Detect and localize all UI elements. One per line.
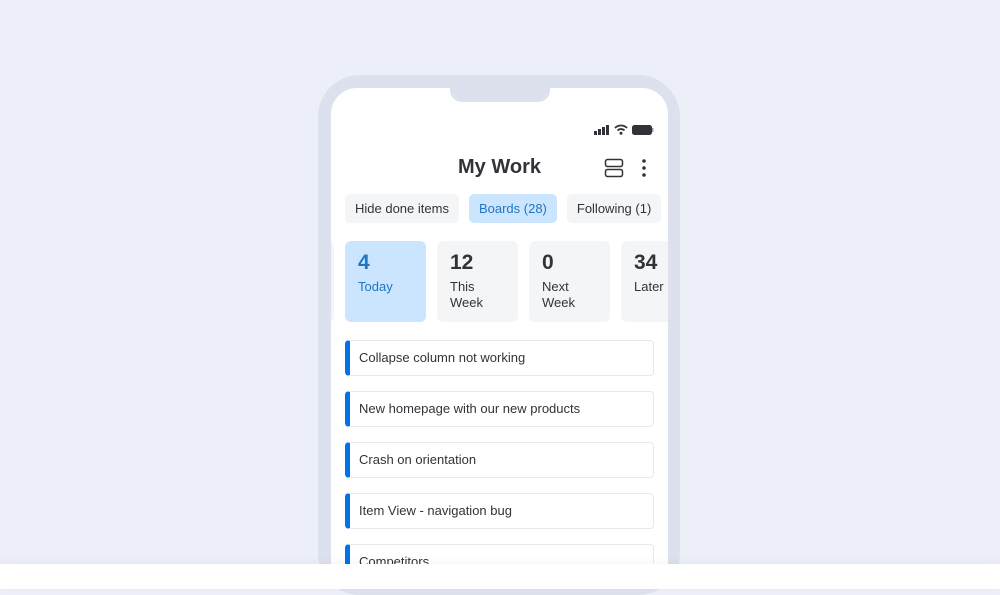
status-bar xyxy=(594,124,654,135)
filter-chips: Hide done items Boards (28) Following (1… xyxy=(345,194,662,223)
notch xyxy=(450,88,550,102)
card-today[interactable]: 4 Today xyxy=(345,241,426,322)
phone-screen: My Work Hide done items Boards (28) Foll… xyxy=(331,88,668,588)
item-list: Collapse column not working New homepage… xyxy=(345,340,654,588)
card-count: 34 xyxy=(634,251,658,274)
chip-boards[interactable]: Boards (28) xyxy=(468,194,557,223)
bottom-strip xyxy=(0,564,1000,589)
list-item[interactable]: Item View - navigation bug xyxy=(345,493,654,529)
signal-icon xyxy=(594,124,609,135)
card-next-week[interactable]: 0 Next Week xyxy=(529,241,610,322)
card-previous[interactable] xyxy=(331,241,334,322)
card-label: Today xyxy=(358,279,393,294)
card-count: 0 xyxy=(542,251,554,274)
list-item[interactable]: Collapse column not working xyxy=(345,340,654,376)
card-label: Next Week xyxy=(542,279,575,310)
date-cards: 4 Today 12 This Week 0 Next Week 34 Later xyxy=(331,241,668,322)
card-count: 12 xyxy=(450,251,474,274)
chip-hide-done[interactable]: Hide done items xyxy=(345,194,459,223)
card-this-week[interactable]: 12 This Week xyxy=(437,241,518,322)
layout-icon[interactable] xyxy=(604,158,624,178)
card-label: Later xyxy=(634,279,664,294)
list-item[interactable]: New homepage with our new products xyxy=(345,391,654,427)
list-item[interactable]: Crash on orientation xyxy=(345,442,654,478)
battery-icon xyxy=(632,124,654,135)
card-later[interactable]: 34 Later xyxy=(621,241,668,322)
card-label: This Week xyxy=(450,279,483,310)
wifi-icon xyxy=(614,124,628,135)
more-vertical-icon[interactable] xyxy=(642,159,646,177)
chip-following[interactable]: Following (1) xyxy=(566,194,662,223)
card-count: 4 xyxy=(358,251,370,274)
